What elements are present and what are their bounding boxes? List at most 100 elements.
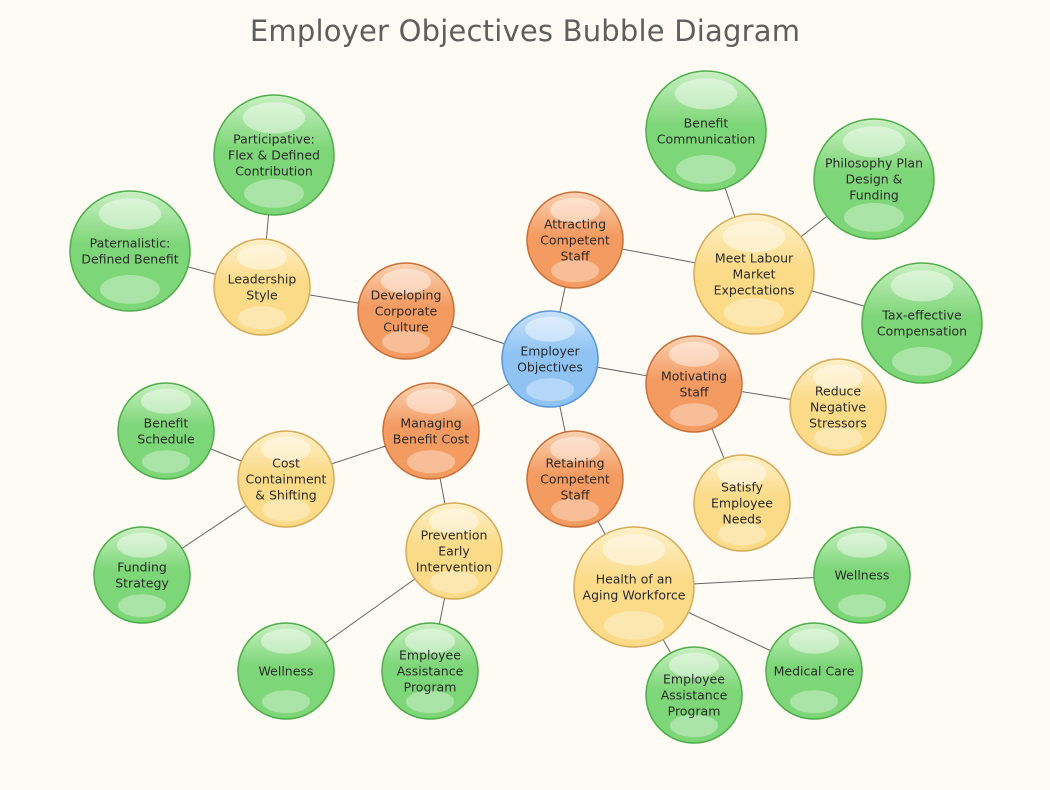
bubble-label: Employer xyxy=(520,344,580,359)
bubble-highlight-bottom xyxy=(676,155,736,184)
bubble-highlight-top xyxy=(669,341,719,367)
bubble-label: Wellness xyxy=(835,568,890,583)
bubble-attracting-competent-staff[interactable]: AttractingCompetentStaff xyxy=(526,191,624,289)
bubble-satisfy-employee-needs[interactable]: SatisfyEmployeeNeeds xyxy=(693,454,791,552)
bubble-label: Culture xyxy=(383,320,429,335)
bubble-label: Benefit xyxy=(684,116,729,131)
bubble-label: Employee xyxy=(399,648,461,663)
bubble-label: Strategy xyxy=(115,576,169,591)
bubble-label: Needs xyxy=(722,512,761,527)
bubble-label: Employee xyxy=(663,672,725,687)
bubble-label: Benefit xyxy=(144,416,189,431)
bubble-developing-corporate-culture[interactable]: DevelopingCorporateCulture xyxy=(357,262,455,360)
bubble-label: Reduce xyxy=(815,384,862,399)
bubble-label: Satisfy xyxy=(721,480,764,495)
bubble-highlight-top xyxy=(890,270,954,302)
bubble-label: Developing xyxy=(371,288,442,303)
bubble-managing-benefit-cost[interactable]: ManagingBenefit Cost xyxy=(382,382,480,480)
bubble-label: Participative: xyxy=(233,132,315,147)
bubble-label: Aging Workforce xyxy=(583,588,686,603)
bubble-paternalistic[interactable]: Paternalistic:Defined Benefit xyxy=(69,190,191,312)
bubble-label: Competent xyxy=(540,472,610,487)
bubble-label: Competent xyxy=(540,233,610,248)
bubble-label: Market xyxy=(733,267,776,282)
bubble-wellness-prevention[interactable]: Wellness xyxy=(237,622,335,720)
bubble-retaining-competent-staff[interactable]: RetainingCompetentStaff xyxy=(526,430,624,528)
bubble-wellness-health[interactable]: Wellness xyxy=(813,526,911,624)
bubble-label: Leadership xyxy=(228,272,297,287)
bubble-label: Assistance xyxy=(661,688,728,703)
bubble-label: Expectations xyxy=(714,283,795,298)
bubble-highlight-top xyxy=(837,532,887,558)
bubble-highlight-bottom xyxy=(142,450,190,474)
bubble-highlight-top xyxy=(406,388,456,414)
bubble-funding-strategy[interactable]: FundingStrategy xyxy=(93,526,191,624)
bubble-label: Prevention xyxy=(421,528,488,543)
bubble-label: Stressors xyxy=(809,416,867,431)
bubble-highlight-top xyxy=(117,532,167,558)
bubble-highlight-top xyxy=(602,534,666,566)
bubble-label: Flex & Defined xyxy=(228,148,320,163)
bubble-label: Staff xyxy=(679,385,708,400)
bubble-highlight-bottom xyxy=(670,403,718,427)
bubble-label: Intervention xyxy=(416,560,492,575)
bubble-highlight-bottom xyxy=(100,275,160,304)
bubble-label: Assistance xyxy=(397,664,464,679)
bubble-label: Retaining xyxy=(545,456,604,471)
bubble-label: Style xyxy=(246,288,278,303)
bubble-highlight-top xyxy=(261,628,311,654)
bubble-label: Program xyxy=(668,704,721,719)
bubble-leadership-style[interactable]: LeadershipStyle xyxy=(213,238,311,336)
bubble-highlight-top xyxy=(525,316,575,342)
bubble-highlight-bottom xyxy=(844,203,904,232)
bubble-label: Corporate xyxy=(375,304,438,319)
bubble-highlight-top xyxy=(789,628,839,654)
bubble-label: Cost xyxy=(272,456,300,471)
bubble-philosophy-plan-design-funding[interactable]: Philosophy PlanDesign &Funding xyxy=(813,118,935,240)
bubble-reduce-negative-stressors[interactable]: ReduceNegativeStressors xyxy=(789,358,887,456)
bubble-highlight-bottom xyxy=(724,298,784,327)
bubble-highlight-bottom xyxy=(407,450,455,474)
bubble-layer: EmployerObjectives AttractingCompetentSta… xyxy=(69,70,983,744)
bubble-employer-objectives[interactable]: EmployerObjectives xyxy=(501,310,599,408)
bubble-medical-care[interactable]: Medical Care xyxy=(765,622,863,720)
bubble-label: Program xyxy=(404,680,457,695)
bubble-label: Staff xyxy=(560,488,589,503)
bubble-label: Design & xyxy=(846,172,903,187)
bubble-highlight-top xyxy=(242,102,306,134)
bubble-benefit-communication[interactable]: BenefitCommunication xyxy=(645,70,767,192)
bubble-label: Communication xyxy=(657,132,756,147)
bubble-highlight-bottom xyxy=(118,594,166,618)
bubble-highlight-top xyxy=(722,221,786,253)
bubble-label: Schedule xyxy=(137,432,195,447)
bubble-cost-containment-shifting[interactable]: CostContainment& Shifting xyxy=(237,430,335,528)
bubble-highlight-top xyxy=(674,78,738,110)
bubble-label: Wellness xyxy=(259,664,314,679)
bubble-tax-effective-compensation[interactable]: Tax-effectiveCompensation xyxy=(861,262,983,384)
bubble-meet-labour-market-expectations[interactable]: Meet LabourMarketExpectations xyxy=(693,213,815,335)
bubble-highlight-bottom xyxy=(238,306,286,330)
bubble-label: Meet Labour xyxy=(715,251,794,266)
bubble-label: Benefit Cost xyxy=(393,432,470,447)
bubble-label: Compensation xyxy=(877,324,967,339)
bubble-label: Objectives xyxy=(517,360,583,375)
bubble-label: Funding xyxy=(849,188,899,203)
bubble-highlight-bottom xyxy=(262,690,310,714)
bubble-highlight-bottom xyxy=(244,179,304,208)
bubble-label: Funding xyxy=(117,560,167,575)
bubble-label: Health of an xyxy=(596,572,673,587)
bubble-highlight-bottom xyxy=(604,611,664,640)
bubble-health-of-aging-workforce[interactable]: Health of anAging Workforce xyxy=(573,526,695,648)
bubble-prevention-early-intervention[interactable]: PreventionEarlyIntervention xyxy=(405,502,503,600)
bubble-participative[interactable]: Participative:Flex & DefinedContribution xyxy=(213,94,335,216)
bubble-benefit-schedule[interactable]: BenefitSchedule xyxy=(117,382,215,480)
bubble-label: Early xyxy=(438,544,470,559)
bubble-employee-assistance-program-health[interactable]: EmployeeAssistanceProgram xyxy=(645,646,743,744)
bubble-highlight-top xyxy=(842,126,906,158)
bubble-employee-assistance-program-prevention[interactable]: EmployeeAssistanceProgram xyxy=(381,622,479,720)
bubble-label: & Shifting xyxy=(255,488,316,503)
bubble-label: Paternalistic: xyxy=(90,236,171,251)
bubble-label: Negative xyxy=(810,400,866,415)
bubble-motivating-staff[interactable]: MotivatingStaff xyxy=(645,335,743,433)
bubble-label: Contribution xyxy=(235,164,313,179)
